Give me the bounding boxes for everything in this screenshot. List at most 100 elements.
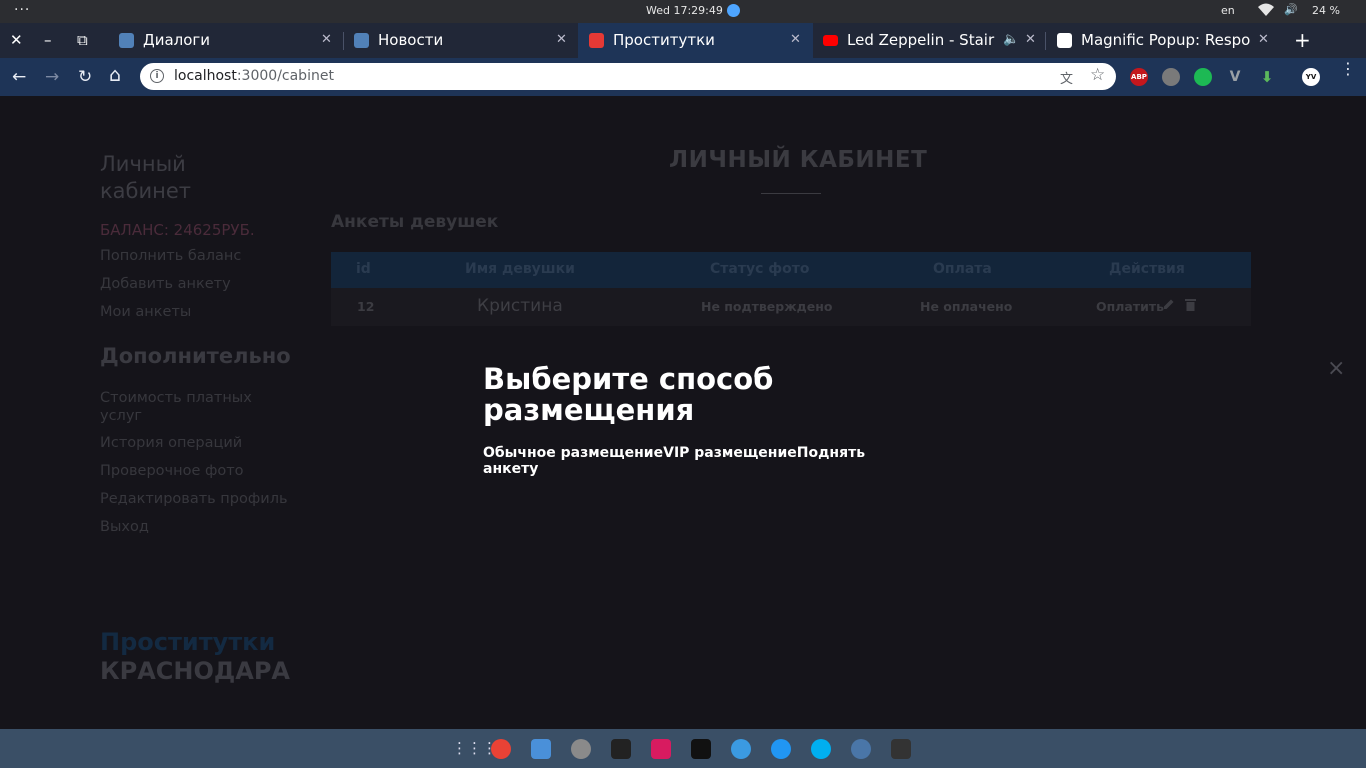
wifi-icon[interactable] [1258, 3, 1274, 20]
adblock-extension-icon[interactable]: ABP [1130, 68, 1148, 86]
tab-title: Новости [378, 31, 444, 49]
sidebar-item-my-profiles[interactable]: Мои анкеты [100, 304, 191, 320]
youtube-favicon-icon [823, 35, 838, 46]
delete-icon[interactable] [1185, 298, 1196, 314]
rubymine-icon[interactable] [651, 739, 671, 759]
tab-close-icon[interactable]: ✕ [790, 32, 801, 47]
sidebar-item-add-profile[interactable]: Добавить анкету [100, 276, 231, 292]
tab-close-icon[interactable]: ✕ [1258, 32, 1269, 47]
tab-close-icon[interactable]: ✕ [321, 32, 332, 47]
vk-favicon-icon [119, 33, 134, 48]
tab-title: Magnific Popup: Respo [1081, 31, 1251, 49]
sidebar-item-verification-photo[interactable]: Проверочное фото [100, 463, 244, 479]
cell-id: 12 [357, 299, 375, 314]
tab-close-icon[interactable]: ✕ [556, 32, 567, 47]
sidebar-item-edit-profile[interactable]: Редактировать профиль [100, 491, 288, 507]
window-minimize-button[interactable]: – [44, 31, 52, 49]
tab-title: Led Zeppelin - Stair [847, 31, 995, 49]
drive-icon[interactable] [771, 739, 791, 759]
tab-led-zeppelin[interactable]: Led Zeppelin - Stair 🔈 ✕ [815, 23, 1045, 58]
back-button[interactable]: ← [12, 67, 26, 87]
sidebar-extra-title: Дополнительно [100, 344, 291, 368]
edit-icon[interactable] [1163, 298, 1175, 313]
tab-active-cabinet[interactable]: Проститутки ✕ [578, 23, 813, 58]
page-title: ЛИЧНЫЙ КАБИНЕТ [669, 147, 928, 173]
sidebar-item-top-up[interactable]: Пополнить баланс [100, 248, 241, 264]
magnific-favicon-icon [1057, 33, 1072, 48]
browser-toolbar: ← → ↻ ⌂ i localhost:3000/cabinet 文 ☆ ABP… [0, 58, 1366, 96]
volume-icon[interactable]: 🔊 [1284, 3, 1298, 16]
profiles-table: id Имя девушки Статус фото Оплата Действ… [331, 252, 1251, 326]
table-header: id Имя девушки Статус фото Оплата Действ… [331, 252, 1251, 288]
intellij-icon[interactable] [691, 739, 711, 759]
window-restore-button[interactable]: ⧉ [77, 31, 88, 49]
new-tab-button[interactable]: + [1294, 28, 1311, 52]
yv-extension-icon[interactable]: YV [1302, 68, 1320, 86]
modal-close-icon[interactable]: × [1327, 356, 1345, 381]
cell-payment: Не оплачено [920, 299, 1013, 314]
sidebar-title: Личный кабинет [100, 152, 192, 203]
column-header-payment: Оплата [933, 261, 992, 277]
address-bar[interactable]: i localhost:3000/cabinet 文 ☆ [140, 63, 1116, 90]
os-taskbar: ⋮⋮⋮ [0, 729, 1366, 768]
tab-dialogs[interactable]: Диалоги ✕ [111, 23, 343, 58]
column-header-id: id [356, 261, 371, 277]
settings-icon[interactable] [571, 739, 591, 759]
extension-green-icon[interactable] [1194, 68, 1212, 86]
os-top-bar: ··· Wed 17:29:49 en 🔊 24 % [0, 0, 1366, 23]
url-text[interactable]: localhost:3000/cabinet [174, 68, 334, 84]
vk-favicon-icon [354, 33, 369, 48]
home-button[interactable]: ⌂ [109, 64, 121, 86]
modal-title: Выберите способ размещения [483, 362, 774, 427]
skype-icon[interactable] [811, 739, 831, 759]
section-title: Анкеты девушек [331, 212, 499, 232]
vk-icon[interactable] [851, 739, 871, 759]
tab-news[interactable]: Новости ✕ [346, 23, 578, 58]
atom-icon[interactable] [731, 739, 751, 759]
placement-options: Обычное размещениеVIP размещениеПоднять … [483, 445, 903, 477]
terminal-icon[interactable] [611, 739, 631, 759]
keyboard-layout[interactable]: en [1221, 4, 1235, 17]
notification-icon[interactable] [726, 4, 740, 17]
sidebar-item-logout[interactable]: Выход [100, 519, 149, 535]
os-clock[interactable]: Wed 17:29:49 [646, 4, 740, 17]
table-row: 12 Кристина Не подтверждено Не оплачено … [331, 288, 1251, 326]
tab-audio-icon[interactable]: 🔈 [1003, 32, 1019, 47]
sidebar-item-pricing[interactable]: Стоимость платных услуг [100, 389, 275, 425]
cell-photo-status: Не подтверждено [701, 299, 833, 314]
title-underline [761, 193, 821, 194]
option-regular[interactable]: Обычное размещение [483, 445, 663, 461]
sidebar-item-history[interactable]: История операций [100, 435, 242, 451]
option-vip[interactable]: VIP размещение [663, 445, 797, 461]
downloader-extension-icon[interactable]: ⬇ [1258, 68, 1276, 86]
brand-city[interactable]: КРАСНОДАРА [100, 657, 290, 685]
os-menu-dots[interactable]: ··· [14, 2, 30, 18]
site-info-icon[interactable]: i [150, 69, 164, 83]
tab-magnific-popup[interactable]: Magnific Popup: Respo ✕ [1048, 23, 1280, 58]
column-header-actions: Действия [1109, 261, 1185, 277]
tab-title: Диалоги [143, 31, 211, 49]
tab-divider [343, 32, 344, 50]
tab-close-icon[interactable]: ✕ [1025, 32, 1036, 47]
extension-gray-icon[interactable] [1162, 68, 1180, 86]
tab-title: Проститутки [613, 31, 715, 49]
forward-button[interactable]: → [45, 67, 59, 87]
translate-icon[interactable]: 文 [1060, 68, 1073, 87]
battery-indicator[interactable]: 24 % [1312, 4, 1340, 17]
page-content: Личный кабинет БАЛАНС: 24625РУБ. Пополни… [0, 96, 1366, 729]
bookmark-star-icon[interactable]: ☆ [1090, 65, 1105, 85]
browser-tab-strip: ✕ – ⧉ Диалоги ✕ Новости ✕ Проститутки ✕ … [0, 23, 1366, 58]
column-header-photo-status: Статус фото [710, 261, 810, 277]
editor-icon[interactable] [891, 739, 911, 759]
column-header-name: Имя девушки [465, 261, 575, 277]
browser-menu-icon[interactable]: ⋮ [1340, 61, 1356, 77]
window-close-button[interactable]: ✕ [10, 31, 23, 49]
site-favicon-icon [589, 33, 604, 48]
chrome-icon[interactable] [491, 739, 511, 759]
apps-grid-icon[interactable]: ⋮⋮⋮ [452, 739, 497, 759]
vue-devtools-icon[interactable]: V [1226, 68, 1244, 86]
brand-name[interactable]: Проститутки [100, 628, 275, 656]
pay-link[interactable]: Оплатить [1096, 299, 1164, 314]
finder-icon[interactable] [531, 739, 551, 759]
reload-button[interactable]: ↻ [78, 67, 92, 87]
